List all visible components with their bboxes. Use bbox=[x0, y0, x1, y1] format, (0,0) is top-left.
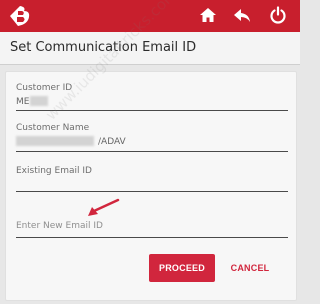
customer-id-underline bbox=[16, 110, 288, 111]
title-bar: Set Communication Email ID bbox=[0, 32, 300, 65]
existing-email-underline bbox=[16, 191, 288, 192]
customer-name-value: /ADAV bbox=[98, 137, 126, 147]
page-title: Set Communication Email ID bbox=[10, 40, 197, 55]
proceed-button[interactable]: PROCEED bbox=[149, 254, 215, 282]
customer-id-label: Customer ID bbox=[16, 83, 73, 93]
email-form-card: Customer ID ME Customer Name /ADAV Exist… bbox=[5, 71, 297, 301]
cancel-button[interactable]: CANCEL bbox=[221, 254, 279, 282]
red-arrow-icon bbox=[88, 198, 120, 216]
new-email-underline bbox=[16, 237, 288, 238]
masked-customer-id bbox=[30, 96, 48, 106]
new-email-input[interactable] bbox=[16, 217, 288, 235]
power-icon[interactable] bbox=[268, 5, 288, 25]
customer-name-underline bbox=[16, 151, 288, 152]
masked-customer-name bbox=[16, 136, 94, 146]
home-icon[interactable] bbox=[198, 5, 218, 25]
bank-logo-icon bbox=[10, 6, 30, 26]
existing-email-label: Existing Email ID bbox=[16, 166, 92, 176]
back-arrow-icon[interactable] bbox=[232, 5, 252, 25]
customer-id-value: ME bbox=[16, 97, 30, 107]
app-bar bbox=[0, 0, 300, 32]
customer-name-label: Customer Name bbox=[16, 123, 90, 133]
